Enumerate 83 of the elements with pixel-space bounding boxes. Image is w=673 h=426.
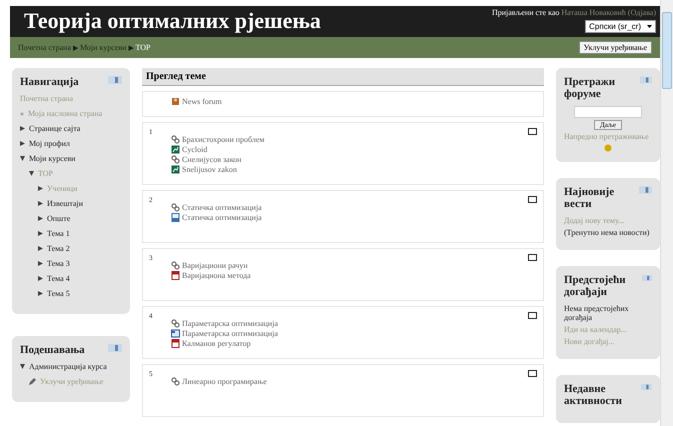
nav-link[interactable]: Тема 2 bbox=[47, 244, 70, 253]
breadcrumb-link[interactable]: TOP bbox=[135, 43, 150, 52]
document-icon bbox=[171, 329, 180, 338]
block-title: Недавне активности bbox=[564, 383, 623, 407]
square-icon[interactable] bbox=[528, 254, 537, 261]
chart-icon bbox=[171, 165, 180, 174]
activity-link[interactable]: Cycloid bbox=[182, 145, 208, 154]
pdf-icon bbox=[171, 339, 180, 348]
people-icon bbox=[171, 135, 180, 144]
pencil-icon bbox=[29, 378, 36, 385]
collapsed-arrow-icon bbox=[38, 231, 43, 236]
activity-link[interactable]: Варијациони рачун bbox=[182, 261, 248, 270]
people-icon bbox=[171, 319, 180, 328]
activity-link[interactable]: Брахистохрони проблем bbox=[182, 135, 264, 144]
nav-link[interactable]: Моји курсеви bbox=[29, 154, 76, 163]
dock-icon[interactable] bbox=[641, 383, 652, 391]
square-icon[interactable] bbox=[528, 196, 537, 203]
collapsed-arrow-icon bbox=[38, 216, 43, 221]
pdf-icon bbox=[171, 271, 180, 280]
site-title: Теорија оптималних рјешења bbox=[24, 7, 321, 35]
expanded-arrow-icon bbox=[29, 171, 34, 176]
activity-link[interactable]: Линеарно програмирање bbox=[182, 377, 267, 386]
expanded-arrow-icon bbox=[20, 156, 25, 161]
expanded-arrow-icon bbox=[20, 364, 25, 369]
collapsed-arrow-icon bbox=[38, 261, 43, 266]
activity-link[interactable]: Статичка оптимизација bbox=[182, 203, 262, 212]
activity-link[interactable]: News forum bbox=[182, 97, 222, 106]
breadcrumb-link[interactable]: Почетна страна bbox=[18, 43, 71, 52]
block-title: Предстојећи догађаји bbox=[564, 274, 627, 298]
activity-link[interactable]: Варијациона метода bbox=[182, 271, 251, 280]
breadcrumb-link[interactable]: Моји курсеви bbox=[80, 43, 126, 52]
collapsed-arrow-icon bbox=[38, 291, 43, 296]
square-icon[interactable] bbox=[528, 370, 537, 377]
square-icon[interactable] bbox=[528, 128, 537, 135]
people-icon bbox=[171, 377, 180, 386]
dock-icon[interactable] bbox=[642, 274, 652, 282]
dock-icon[interactable] bbox=[108, 76, 122, 84]
dock-icon[interactable] bbox=[638, 186, 652, 194]
section-heading: Преглед теме bbox=[142, 68, 544, 86]
collapsed-arrow-icon bbox=[20, 141, 25, 146]
collapsed-arrow-icon bbox=[38, 276, 43, 281]
activity-link[interactable]: Параметарска оптимизација bbox=[182, 319, 278, 328]
bullet-icon bbox=[20, 112, 24, 116]
collapsed-arrow-icon bbox=[38, 201, 43, 206]
nav-link[interactable]: Опште bbox=[47, 214, 70, 223]
block-title: Подешавања bbox=[20, 344, 85, 356]
chart-icon bbox=[171, 145, 180, 154]
collapsed-arrow-icon bbox=[38, 186, 43, 191]
square-icon[interactable] bbox=[528, 312, 537, 319]
activity-link[interactable]: Параметарска оптимизација bbox=[182, 329, 278, 338]
login-info: Пријављени сте као Наташа Новаковић (Одјава) bbox=[492, 8, 656, 17]
nav-link[interactable]: Администрација курса bbox=[29, 362, 107, 371]
nav-link[interactable]: Мој профил bbox=[29, 139, 70, 148]
nav-link[interactable]: Тема 3 bbox=[47, 259, 70, 268]
block-title: Навигација bbox=[20, 76, 79, 88]
people-icon bbox=[171, 203, 180, 212]
people-icon bbox=[171, 261, 180, 270]
block-title: Најновије вести bbox=[564, 186, 616, 210]
nav-link[interactable]: Тема 1 bbox=[47, 229, 70, 238]
nav-link[interactable]: Тема 5 bbox=[47, 289, 70, 298]
activity-link[interactable]: Статичка оптимизација bbox=[182, 213, 262, 222]
language-select[interactable]: Српски (sr_cr) bbox=[585, 20, 656, 33]
nav-link[interactable]: Странице сајта bbox=[29, 124, 80, 133]
dock-icon[interactable] bbox=[640, 76, 652, 84]
help-icon[interactable] bbox=[604, 144, 612, 152]
activity-link[interactable]: Снелијусов закон bbox=[182, 155, 242, 164]
activity-link[interactable]: Snelijusov zakon bbox=[182, 165, 237, 174]
document-icon bbox=[171, 213, 180, 222]
search-field[interactable] bbox=[574, 106, 642, 118]
forum-icon bbox=[171, 97, 180, 106]
collapsed-arrow-icon bbox=[38, 246, 43, 251]
block-title: Претражи форуме bbox=[564, 76, 616, 100]
collapsed-arrow-icon bbox=[20, 126, 25, 131]
scrollbar[interactable] bbox=[660, 0, 673, 426]
events-note: Нема предстојећих догађаја bbox=[564, 304, 630, 322]
news-note: (Тренутно нема новости) bbox=[564, 228, 650, 237]
nav-link[interactable]: Извештаји bbox=[47, 199, 84, 208]
nav-link[interactable]: Тема 4 bbox=[47, 274, 70, 283]
edit-mode-button[interactable]: Уклучи уређивање bbox=[578, 41, 652, 54]
dock-icon[interactable] bbox=[108, 344, 122, 352]
people-icon bbox=[171, 155, 180, 164]
caret-icon bbox=[647, 25, 652, 28]
activity-link[interactable]: Калманов регулатор bbox=[182, 339, 251, 348]
